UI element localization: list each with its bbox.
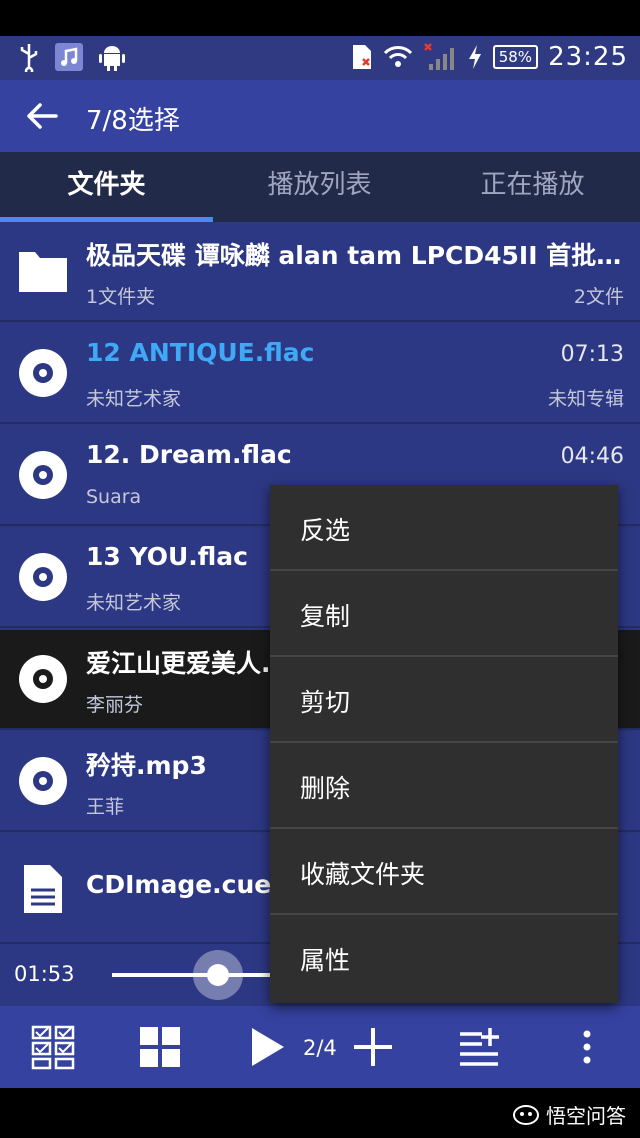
queue-add-icon[interactable] xyxy=(456,1024,502,1070)
document-icon xyxy=(24,865,62,913)
item-artist: 未知艺术家 xyxy=(86,388,182,410)
tab-folders[interactable]: 文件夹 xyxy=(0,152,213,222)
disc-icon xyxy=(19,349,67,397)
queue-counter: 2/4 xyxy=(303,1036,337,1060)
watermark-text: 悟空问答 xyxy=(546,1104,626,1128)
disc-icon xyxy=(19,451,67,499)
usb-icon xyxy=(20,44,38,72)
folder-icon xyxy=(19,252,67,292)
grid-icon[interactable] xyxy=(137,1024,183,1070)
wifi-icon xyxy=(383,46,412,67)
top-black-bar xyxy=(0,0,640,36)
select-all-icon[interactable] xyxy=(30,1024,76,1070)
item-album: 未知专辑 xyxy=(547,388,624,410)
battery-indicator: 58% xyxy=(492,45,539,69)
menu-item-copy[interactable]: 复制 xyxy=(270,571,618,657)
item-count: 2文件 xyxy=(573,286,624,308)
seek-thumb[interactable] xyxy=(207,964,229,986)
item-artist: 李丽芬 xyxy=(86,694,144,716)
tab-now-playing[interactable]: 正在播放 xyxy=(426,152,639,222)
menu-item-cut[interactable]: 剪切 xyxy=(270,657,618,743)
menu-item-label: 复制 xyxy=(300,602,351,631)
list-item[interactable]: 极品天碟 谭咏麟 alan tam LPCD45II 首批… 1文件夹 2文件 xyxy=(0,222,640,322)
menu-item-favorite-folder[interactable]: 收藏文件夹 xyxy=(270,829,618,915)
menu-item-label: 反选 xyxy=(300,516,351,545)
menu-item-delete[interactable]: 删除 xyxy=(270,743,618,829)
item-title: 12. Dream.flac xyxy=(86,440,292,469)
signal-icon xyxy=(423,43,454,70)
charging-icon xyxy=(468,45,481,69)
android-icon xyxy=(99,46,125,71)
item-artist: 未知艺术家 xyxy=(86,592,182,614)
bottom-black-bar: 悟空问答 xyxy=(0,1088,640,1138)
sim-icon xyxy=(352,45,371,69)
menu-item-label: 属性 xyxy=(300,946,351,975)
status-bar: 58% 23:25 xyxy=(0,36,640,80)
clock: 23:25 xyxy=(548,42,628,72)
music-icon xyxy=(55,43,83,71)
play-icon[interactable] xyxy=(244,1024,290,1070)
app-bar: 7/8选择 xyxy=(0,80,640,152)
item-duration: 04:46 xyxy=(560,444,624,469)
menu-item-invert-selection[interactable]: 反选 xyxy=(270,485,618,571)
disc-icon xyxy=(19,553,67,601)
item-subtitle: 1文件夹 xyxy=(86,286,156,308)
list-item[interactable]: 12 ANTIQUE.flac 未知艺术家 07:13 未知专辑 xyxy=(0,324,640,424)
more-vert-icon[interactable] xyxy=(564,1024,610,1070)
back-arrow-icon[interactable] xyxy=(24,98,60,134)
wukong-logo-icon xyxy=(513,1104,539,1125)
menu-item-label: 剪切 xyxy=(300,688,351,717)
menu-item-label: 收藏文件夹 xyxy=(300,860,426,889)
watermark: 悟空问答 xyxy=(512,1100,626,1129)
add-icon[interactable] xyxy=(350,1024,396,1070)
item-artist: 王菲 xyxy=(86,796,125,818)
tab-playlists[interactable]: 播放列表 xyxy=(213,152,426,222)
disc-icon xyxy=(19,757,67,805)
elapsed-time: 01:53 xyxy=(14,962,75,986)
bottom-toolbar: 2/4 xyxy=(0,1006,640,1088)
item-title: 极品天碟 谭咏麟 alan tam LPCD45II 首批… xyxy=(86,241,622,270)
menu-item-properties[interactable]: 属性 xyxy=(270,915,618,1001)
item-title: 12 ANTIQUE.flac xyxy=(86,338,315,367)
tab-bar: 文件夹 播放列表 正在播放 xyxy=(0,152,640,222)
item-duration: 07:13 xyxy=(560,342,624,367)
seek-track[interactable] xyxy=(112,973,272,977)
menu-item-label: 删除 xyxy=(300,774,351,803)
context-menu: 反选 复制 剪切 删除 收藏文件夹 属性 xyxy=(270,485,618,1003)
item-artist: Suara xyxy=(86,486,142,508)
disc-icon xyxy=(19,655,67,703)
selection-title: 7/8选择 xyxy=(86,106,180,136)
